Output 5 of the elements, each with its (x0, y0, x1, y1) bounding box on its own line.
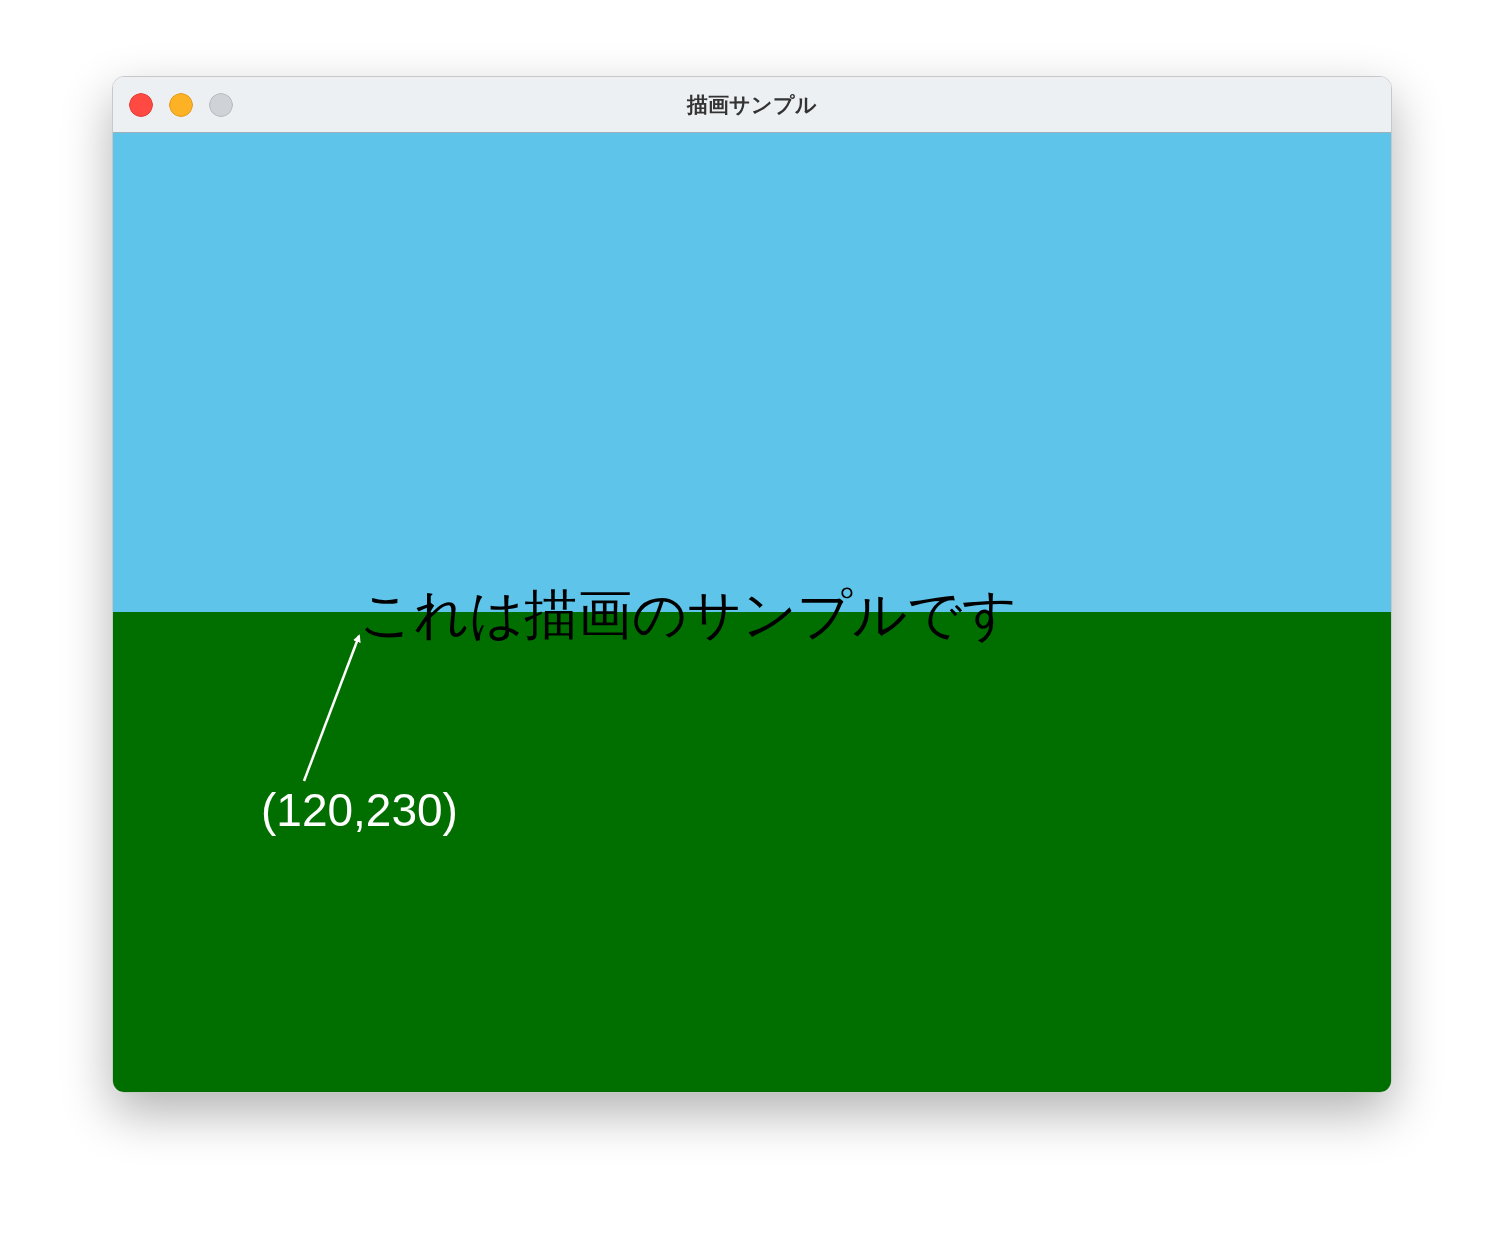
zoom-icon[interactable] (209, 92, 233, 117)
minimize-icon[interactable] (169, 92, 193, 117)
coordinate-label: (120,230) (261, 784, 458, 836)
close-icon[interactable] (129, 92, 153, 117)
window-title: 描画サンプル (687, 93, 817, 117)
